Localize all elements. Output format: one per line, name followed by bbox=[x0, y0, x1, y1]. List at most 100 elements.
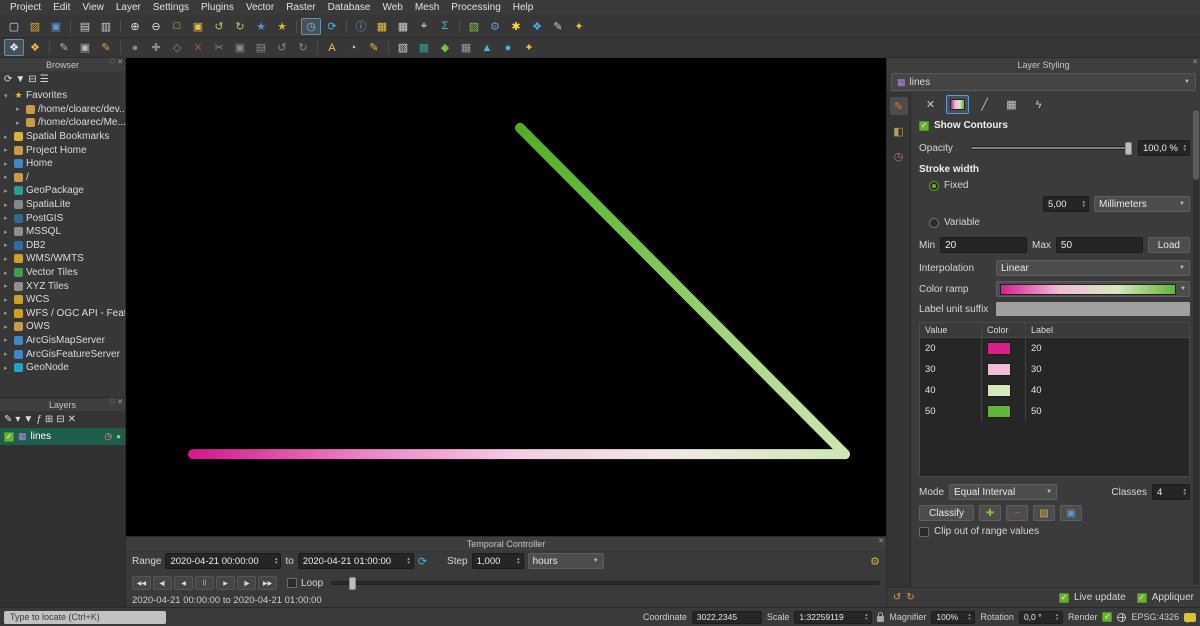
col-header-label[interactable]: Label bbox=[1026, 323, 1189, 337]
layers-toolbar-icon[interactable]: ▼ bbox=[23, 414, 33, 425]
toolbar-icon[interactable]: ◔ bbox=[343, 39, 363, 56]
remove-class-button[interactable]: − bbox=[1006, 505, 1028, 521]
browser-tree-item[interactable]: ▸ WCS bbox=[0, 293, 125, 307]
float-panel-icon[interactable]: □ bbox=[110, 58, 114, 66]
toolbar-icon[interactable]: ⊖ bbox=[146, 18, 166, 35]
fixed-radio[interactable] bbox=[929, 181, 939, 191]
toolbar-icon[interactable]: ▦ bbox=[393, 18, 413, 35]
styling-layer-selector[interactable]: ▦ lines ▼ bbox=[891, 73, 1196, 91]
toolbar-icon[interactable]: ❖ bbox=[25, 39, 45, 56]
toolbar-icon[interactable]: ▧ bbox=[393, 39, 413, 56]
menu-item[interactable]: Help bbox=[507, 0, 540, 15]
browser-toolbar-icon[interactable]: ⊟ bbox=[28, 74, 36, 85]
save-color-ramp-button[interactable]: ▣ bbox=[1060, 505, 1082, 521]
range-start-input[interactable]: 2020-04-21 00:00:00 ▲▼ bbox=[165, 553, 281, 569]
layers-toolbar-icon[interactable]: ƒ bbox=[36, 414, 42, 425]
toolbar-icon[interactable]: ▧ bbox=[464, 18, 484, 35]
browser-tree-item[interactable]: ▸ OWS bbox=[0, 320, 125, 334]
menu-item[interactable]: Web bbox=[376, 0, 408, 15]
apply-button[interactable]: Appliquer bbox=[1152, 592, 1194, 603]
toolbar-icon[interactable] bbox=[296, 20, 297, 33]
menu-item[interactable]: Layer bbox=[110, 0, 147, 15]
toolbar-icon[interactable]: ↺ bbox=[209, 18, 229, 35]
layers-toolbar-icon[interactable]: ✎ bbox=[4, 414, 12, 425]
playback-button[interactable]: ▶ bbox=[216, 576, 235, 590]
expand-arrow-icon[interactable]: ▾ bbox=[4, 92, 11, 100]
toolbar-icon[interactable]: ▦ bbox=[372, 18, 392, 35]
tab-vectors[interactable]: ╱ bbox=[973, 95, 996, 114]
clip-checkbox[interactable] bbox=[919, 527, 929, 537]
toolbar-icon[interactable]: ✎ bbox=[54, 39, 74, 56]
close-panel-icon[interactable]: ✕ bbox=[1192, 58, 1198, 66]
expand-arrow-icon[interactable]: ▸ bbox=[4, 269, 11, 277]
opacity-slider[interactable] bbox=[970, 146, 1133, 150]
table-row[interactable]: 40 40 bbox=[920, 380, 1189, 401]
redo-style-icon[interactable]: ↻ bbox=[906, 592, 914, 603]
toolbar-icon[interactable]: ▨ bbox=[25, 18, 45, 35]
expand-arrow-icon[interactable]: ▸ bbox=[4, 336, 11, 344]
toolbar-icon[interactable]: ◇ bbox=[167, 39, 187, 56]
toolbar-icon[interactable]: ★ bbox=[251, 18, 271, 35]
toolbar-icon[interactable]: ✎ bbox=[96, 39, 116, 56]
toolbar-icon[interactable]: ❖ bbox=[4, 39, 24, 56]
toolbar-icon[interactable]: ✎ bbox=[364, 39, 384, 56]
opacity-value-input[interactable]: 100,0 % ▲▼ bbox=[1138, 140, 1190, 156]
expand-arrow-icon[interactable]: ▸ bbox=[4, 323, 11, 331]
browser-tree-item[interactable]: ▸ Project Home bbox=[0, 143, 125, 157]
toolbar-icon[interactable]: ▥ bbox=[96, 18, 116, 35]
expand-arrow-icon[interactable]: ▸ bbox=[4, 350, 11, 358]
class-color-swatch[interactable] bbox=[987, 405, 1011, 418]
notification-icon[interactable]: ● bbox=[116, 432, 121, 441]
browser-tree-item[interactable]: ▸ / bbox=[0, 171, 125, 185]
crs-badge[interactable]: EPSG:4326 bbox=[1131, 612, 1179, 622]
playback-button[interactable]: ▶▶ bbox=[258, 576, 277, 590]
toolbar-icon[interactable]: ✎ bbox=[548, 18, 568, 35]
time-slider[interactable] bbox=[331, 581, 880, 585]
stroke-width-unit-dropdown[interactable]: Millimeters▼ bbox=[1094, 196, 1190, 212]
min-input[interactable]: 20 bbox=[940, 237, 1027, 253]
toolbar-icon[interactable]: ▣ bbox=[188, 18, 208, 35]
menu-item[interactable]: Raster bbox=[280, 0, 321, 15]
browser-tree-item[interactable]: ▸ WFS / OGC API - Featu... bbox=[0, 307, 125, 321]
browser-tree-item[interactable]: ▸ Spatial Bookmarks bbox=[0, 130, 125, 144]
menu-item[interactable]: Vector bbox=[240, 0, 280, 15]
playback-button[interactable]: |▶ bbox=[237, 576, 256, 590]
browser-tree-item[interactable]: ▸ SpatiaLite bbox=[0, 198, 125, 212]
max-input[interactable]: 50 bbox=[1056, 237, 1143, 253]
toolbar-icon[interactable]: ▲ bbox=[477, 39, 497, 56]
load-button[interactable]: Load bbox=[1148, 237, 1190, 253]
toolbar-icon[interactable]: ❖ bbox=[527, 18, 547, 35]
classes-input[interactable]: 4 ▲▼ bbox=[1152, 484, 1190, 500]
toolbar-icon[interactable] bbox=[49, 41, 50, 54]
float-panel-icon[interactable]: □ bbox=[110, 398, 114, 406]
expand-arrow-icon[interactable]: ▸ bbox=[16, 119, 23, 127]
locate-input[interactable]: Type to locate (Ctrl+K) bbox=[4, 611, 166, 624]
toolbar-icon[interactable] bbox=[120, 41, 121, 54]
load-color-ramp-button[interactable]: ▨ bbox=[1033, 505, 1055, 521]
expand-arrow-icon[interactable]: ▸ bbox=[4, 228, 11, 236]
expand-arrow-icon[interactable]: ▸ bbox=[4, 214, 11, 222]
tab-mesh-frame[interactable]: ▦ bbox=[1000, 95, 1023, 114]
temporal-settings-gear-icon[interactable]: ⚙ bbox=[870, 555, 880, 568]
toolbar-icon[interactable]: ⚙ bbox=[485, 18, 505, 35]
undo-style-icon[interactable]: ↺ bbox=[893, 592, 901, 603]
browser-tree-item[interactable]: ▸ Home bbox=[0, 157, 125, 171]
styling-vertical-tab[interactable]: ◧ bbox=[890, 122, 908, 140]
label-unit-suffix-input[interactable] bbox=[996, 302, 1190, 316]
toolbar-icon[interactable]: ↻ bbox=[230, 18, 250, 35]
toolbar-icon[interactable]: A bbox=[322, 39, 342, 56]
menu-item[interactable]: Mesh bbox=[409, 0, 445, 15]
menu-item[interactable]: Plugins bbox=[195, 0, 240, 15]
tab-datasets[interactable]: ϟ bbox=[1027, 95, 1050, 114]
expand-arrow-icon[interactable]: ▸ bbox=[4, 296, 11, 304]
expand-arrow-icon[interactable]: ▸ bbox=[4, 282, 11, 290]
toolbar-icon[interactable]: ● bbox=[125, 39, 145, 56]
loop-checkbox[interactable] bbox=[287, 578, 297, 588]
toolbar-icon[interactable]: Σ bbox=[435, 18, 455, 35]
toolbar-icon[interactable]: ✂ bbox=[209, 39, 229, 56]
toolbar-icon[interactable]: ▣ bbox=[230, 39, 250, 56]
toolbar-icon[interactable]: ↻ bbox=[293, 39, 313, 56]
toolbar-icon[interactable]: ✱ bbox=[506, 18, 526, 35]
toolbar-icon[interactable]: ▦ bbox=[456, 39, 476, 56]
class-color-swatch[interactable] bbox=[987, 342, 1011, 355]
